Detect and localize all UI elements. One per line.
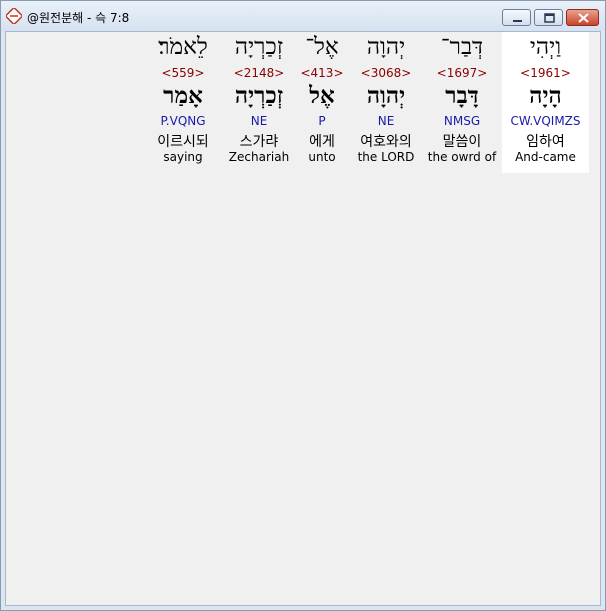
app-window: @원전분해 - 슥 7:8 וַיְהִי <1961> הָיָה CW.VQ… xyxy=(0,0,606,611)
hebrew-word: דְּבַר־ xyxy=(440,34,484,60)
hebrew-word: לֵאמֹר׃ xyxy=(158,34,208,60)
lemma-word: דָּבָר xyxy=(445,82,479,109)
title-bar[interactable]: @원전분해 - 슥 7:8 xyxy=(1,1,605,31)
parse-code: P.VQNG xyxy=(160,114,206,128)
strong-number[interactable]: <1961> xyxy=(502,66,589,80)
lemma-word: אָמַר xyxy=(163,82,203,109)
word-column[interactable]: זְכַרְיָה <2148> זְכַרְיָה NE 스가랴 Zechar… xyxy=(226,32,292,173)
strong-number[interactable]: <413> xyxy=(298,66,346,80)
restore-icon xyxy=(544,13,555,23)
strong-number[interactable]: <2148> xyxy=(226,66,292,80)
word-column[interactable]: יְהוָה <3068> יְהוָה NE 여호와의 the LORD xyxy=(351,32,421,173)
korean-gloss: 스가랴 xyxy=(239,134,279,150)
word-column[interactable]: לֵאמֹר׃ <559> אָמַר P.VQNG 이르시되 saying xyxy=(152,32,214,173)
korean-gloss: 이르시되 xyxy=(157,134,209,150)
hebrew-word: אֶל־ xyxy=(305,34,339,60)
english-gloss: saying xyxy=(163,150,203,164)
korean-gloss: 에게 xyxy=(309,134,335,150)
lemma-word: הָיָה xyxy=(529,82,562,109)
window-title: @원전분해 - 슥 7:8 xyxy=(27,11,130,25)
parse-code: CW.VQIMZS xyxy=(510,114,581,128)
word-column[interactable]: דְּבַר־ <1697> דָּבָר NMSG 말씀이 the owrd … xyxy=(426,32,498,173)
word-column[interactable]: וַיְהִי <1961> הָיָה CW.VQIMZS 임하여 And-c… xyxy=(502,32,589,173)
lemma-word: אֶל xyxy=(309,82,335,109)
lemma-word: יְהוָה xyxy=(366,82,406,109)
close-icon xyxy=(578,13,589,23)
english-gloss: the LORD xyxy=(357,150,415,164)
hebrew-word: וַיְהִי xyxy=(529,34,562,60)
minimize-button[interactable] xyxy=(502,9,531,26)
interlinear-view: וַיְהִי <1961> הָיָה CW.VQIMZS 임하여 And-c… xyxy=(5,31,601,606)
parse-code: NE xyxy=(250,114,268,128)
strong-number[interactable]: <559> xyxy=(152,66,214,80)
minimize-icon xyxy=(513,20,522,22)
hebrew-word: יְהוָה xyxy=(366,34,406,60)
hebrew-word: זְכַרְיָה xyxy=(234,34,284,60)
english-gloss: And-came xyxy=(515,150,576,164)
strong-number[interactable]: <3068> xyxy=(351,66,421,80)
word-column[interactable]: אֶל־ <413> אֶל P 에게 unto xyxy=(298,32,346,173)
parse-code: NE xyxy=(377,114,395,128)
english-gloss: the owrd of xyxy=(427,150,497,164)
english-gloss: unto xyxy=(308,150,336,164)
app-icon[interactable] xyxy=(4,6,24,26)
strong-number[interactable]: <1697> xyxy=(426,66,498,80)
parse-code: NMSG xyxy=(443,114,481,128)
parse-code: P xyxy=(318,114,326,128)
english-gloss: Zechariah xyxy=(228,150,290,164)
close-button[interactable] xyxy=(566,9,599,26)
lemma-word: זְכַרְיָה xyxy=(234,82,284,109)
korean-gloss: 여호와의 xyxy=(360,134,412,150)
korean-gloss: 말씀이 xyxy=(442,134,482,150)
korean-gloss: 임하여 xyxy=(526,134,565,150)
maximize-button[interactable] xyxy=(534,9,563,26)
